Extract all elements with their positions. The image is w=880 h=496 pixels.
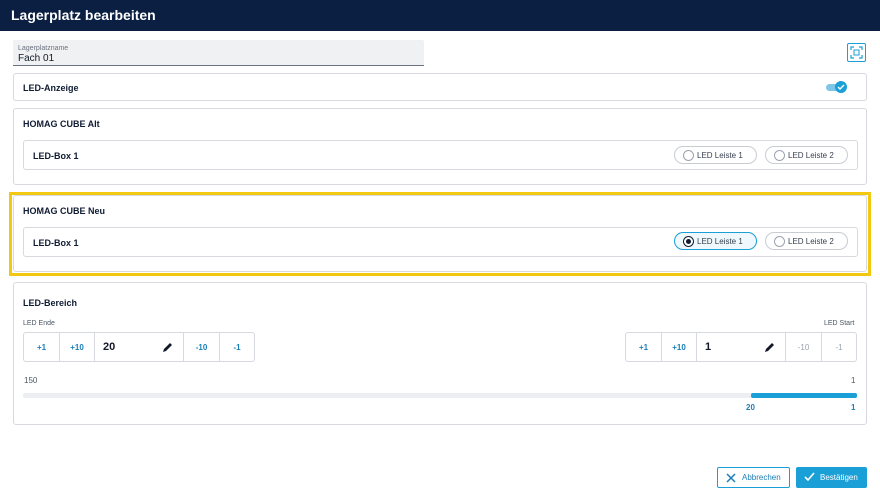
led-display-toggle[interactable] (826, 81, 847, 93)
led-display-label: LED-Anzeige (23, 83, 79, 93)
scale-right-label: 1 (851, 376, 856, 385)
confirm-button[interactable]: Bestätigen (796, 467, 867, 488)
scan-button[interactable] (847, 43, 866, 62)
cancel-button[interactable]: Abbrechen (717, 467, 790, 488)
led-end-value: 20 (103, 341, 116, 353)
dialog-title: Lagerplatz bearbeiten (0, 0, 880, 31)
check-icon (837, 84, 845, 90)
homag-neu-led-strip-2-radio[interactable]: LED Leiste 2 (765, 232, 848, 250)
homag-alt-title: HOMAG CUBE Alt (23, 119, 100, 129)
led-start-plus1-button[interactable]: +1 (626, 333, 662, 361)
range-start-value-label: 1 (851, 403, 856, 412)
led-start-label: LED Start (824, 320, 855, 327)
homag-neu-led-strip-2-label: LED Leiste 2 (788, 236, 834, 246)
led-end-minus10-button[interactable]: -10 (184, 333, 220, 361)
led-range-track[interactable] (23, 393, 857, 398)
homag-alt-led-strip-2-radio[interactable]: LED Leiste 2 (765, 146, 848, 164)
confirm-label: Bestätigen (820, 473, 858, 482)
led-start-minus1-button: -1 (835, 342, 843, 352)
storage-name-label: Lagerplatzname (18, 45, 69, 52)
scan-icon (850, 46, 863, 59)
led-range-fill[interactable] (751, 393, 857, 398)
led-end-value-field[interactable]: 20 (95, 333, 184, 361)
cancel-label: Abbrechen (742, 473, 781, 482)
led-start-stepper: +1 +10 1 -10 -1 (625, 332, 857, 362)
pencil-icon[interactable] (162, 342, 173, 353)
homag-alt-led-strip-1-label: LED Leiste 1 (697, 150, 743, 160)
homag-neu-led-strip-1-radio[interactable]: LED Leiste 1 (674, 232, 757, 250)
led-range-title: LED-Bereich (23, 298, 78, 308)
homag-neu-led-strip-1-label: LED Leiste 1 (697, 236, 743, 246)
led-start-plus10-button[interactable]: +10 (662, 333, 697, 361)
led-end-minus1-button[interactable]: -1 (220, 333, 254, 361)
led-end-plus1-button[interactable]: +1 (24, 333, 60, 361)
led-start-value: 1 (705, 341, 712, 353)
homag-alt-box-label: LED-Box 1 (33, 151, 79, 161)
led-start-minus10-button: -10 (786, 333, 822, 361)
led-end-stepper: +1 +10 20 -10 -1 (23, 332, 255, 362)
check-icon (804, 472, 815, 482)
led-end-plus10-button[interactable]: +10 (60, 333, 95, 361)
scale-left-label: 150 (24, 376, 38, 385)
storage-name-field[interactable]: Lagerplatzname Fach 01 (13, 40, 424, 66)
range-end-value-label: 20 (746, 403, 755, 412)
homag-alt-led-strip-2-label: LED Leiste 2 (788, 150, 834, 160)
led-start-value-field[interactable]: 1 (697, 333, 786, 361)
homag-alt-led-strip-1-radio[interactable]: LED Leiste 1 (674, 146, 757, 164)
led-display-card: LED-Anzeige (13, 73, 867, 101)
close-icon (726, 473, 736, 483)
storage-name-value[interactable]: Fach 01 (18, 53, 424, 65)
led-end-label: LED Ende (23, 320, 55, 327)
pencil-icon[interactable] (764, 342, 775, 353)
